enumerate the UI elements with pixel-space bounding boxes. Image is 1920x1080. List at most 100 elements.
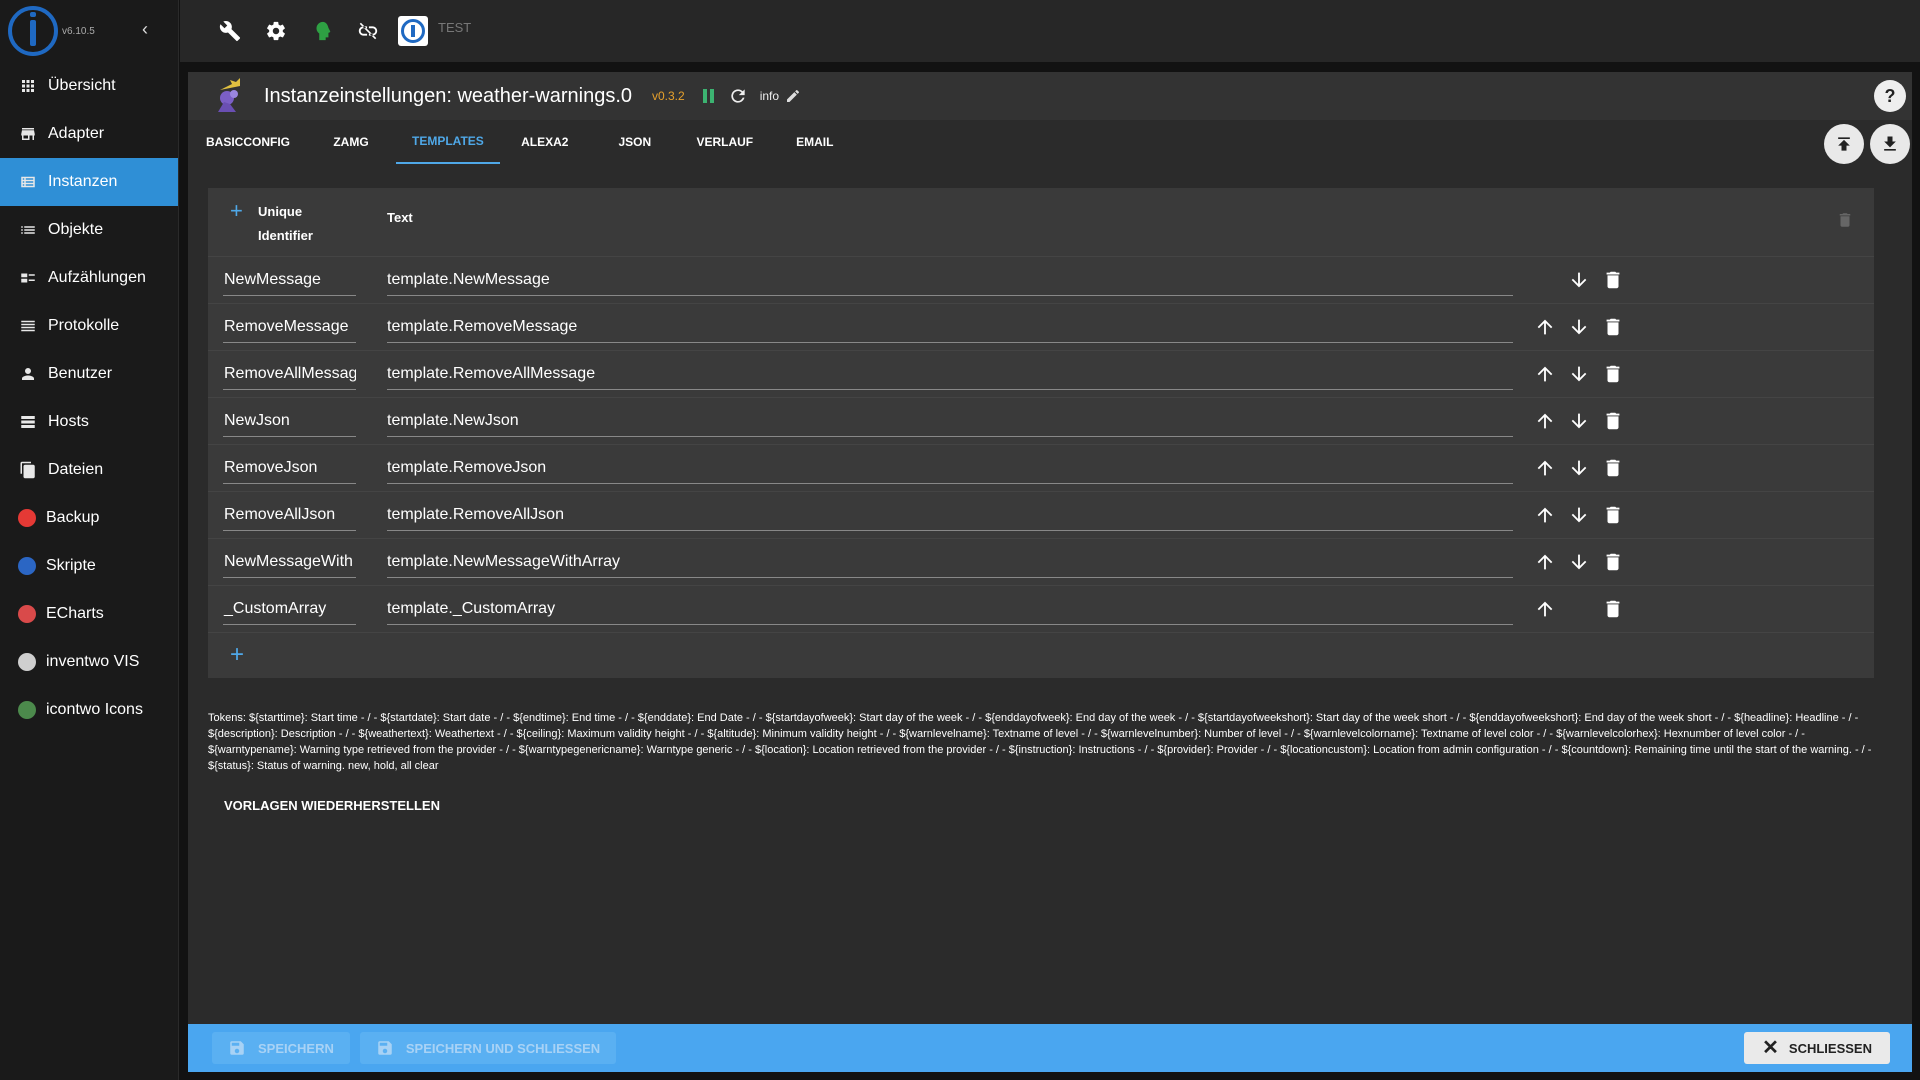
move-down-icon[interactable]: [1568, 504, 1590, 526]
restore-templates-button[interactable]: VORLAGEN WIEDERHERSTELLEN: [224, 792, 440, 819]
store-icon: [18, 124, 38, 144]
move-down-icon[interactable]: [1568, 551, 1590, 573]
template-text-input[interactable]: template._CustomArray: [387, 594, 1513, 625]
info-edit[interactable]: info: [760, 88, 801, 104]
disconnect-icon[interactable]: [352, 15, 384, 47]
close-button[interactable]: ✕ SCHLIESSEN: [1744, 1032, 1890, 1064]
save-and-close-label: SPEICHERN UND SCHLIESSEN: [405, 1040, 601, 1056]
delete-row-icon[interactable]: [1602, 363, 1624, 385]
unique-identifier-input[interactable]: _CustomArray: [223, 594, 356, 625]
delete-all-icon[interactable]: [1836, 210, 1854, 230]
sidebar-item-protokolle[interactable]: Protokolle: [0, 302, 178, 350]
move-up-icon[interactable]: [1534, 457, 1556, 479]
move-up-icon[interactable]: [1534, 504, 1556, 526]
move-down-icon[interactable]: [1568, 269, 1590, 291]
tab-email[interactable]: EMAIL: [770, 120, 860, 164]
table-row: NewMessage template.NewMessage: [208, 256, 1874, 303]
sidebar-item-adapter[interactable]: Adapter: [0, 110, 178, 158]
delete-row-icon[interactable]: [1602, 316, 1624, 338]
templates-table: + Unique Identifier Text NewMessage templa…: [208, 188, 1874, 678]
sidebar-item-echarts[interactable]: ECharts: [0, 590, 178, 638]
settings-gear-icon[interactable]: [260, 15, 292, 47]
move-up-icon[interactable]: [1534, 316, 1556, 338]
delete-row-icon[interactable]: [1602, 457, 1624, 479]
tab-alexa2[interactable]: ALEXA2: [500, 120, 590, 164]
move-up-icon[interactable]: [1534, 551, 1556, 573]
help-icon[interactable]: ?: [1874, 80, 1906, 112]
unique-identifier-input[interactable]: NewMessageWith: [223, 547, 356, 578]
template-text-input[interactable]: template.RemoveAllMessage: [387, 359, 1513, 390]
unique-identifier-input[interactable]: RemoveMessage: [223, 312, 356, 343]
inventwo-icon: [18, 653, 36, 671]
row-actions: [1534, 504, 1634, 528]
delete-row-icon[interactable]: [1602, 504, 1624, 526]
files-icon: [18, 460, 38, 480]
move-down-icon[interactable]: [1568, 316, 1590, 338]
move-down-icon[interactable]: [1568, 363, 1590, 385]
delete-row-icon[interactable]: [1602, 598, 1624, 620]
unique-identifier-input[interactable]: RemoveAllMessag: [223, 359, 356, 390]
sidebar-header: v6.10.5 ‹: [0, 0, 178, 62]
sidebar-item-backup[interactable]: Backup: [0, 494, 178, 542]
delete-row-icon[interactable]: [1602, 410, 1624, 432]
tab-basicconfig[interactable]: BASICCONFIG: [190, 120, 306, 164]
wrench-icon[interactable]: [214, 15, 246, 47]
move-up-icon[interactable]: [1534, 410, 1556, 432]
unique-identifier-input[interactable]: NewMessage: [223, 265, 356, 296]
sidebar-item-skripte[interactable]: Skripte: [0, 542, 178, 590]
template-text-input[interactable]: template.RemoveAllJson: [387, 500, 1513, 531]
save-icon: [230, 1041, 244, 1055]
sidebar-item-instanzen[interactable]: Instanzen: [0, 158, 178, 206]
row-actions: [1534, 269, 1634, 293]
unique-identifier-input[interactable]: RemoveJson: [223, 453, 356, 484]
row-actions: [1534, 410, 1634, 434]
iobroker-logo[interactable]: [8, 6, 58, 56]
delete-row-icon[interactable]: [1602, 269, 1624, 291]
save-label: SPEICHERN: [258, 1040, 334, 1056]
template-text-input[interactable]: template.NewJson: [387, 406, 1513, 437]
sidebar-item-objekte[interactable]: Objekte: [0, 206, 178, 254]
template-text-input[interactable]: template.NewMessage: [387, 265, 1513, 296]
row-actions: [1534, 551, 1634, 575]
sidebar-item-dateien[interactable]: Dateien: [0, 446, 178, 494]
sidebar-item-benutzer[interactable]: Benutzer: [0, 350, 178, 398]
add-row-header-icon[interactable]: +: [230, 200, 248, 222]
table-row: NewMessageWith template.NewMessageWithArr…: [208, 538, 1874, 585]
tab-json[interactable]: JSON: [590, 120, 680, 164]
sidebar-item-übersicht[interactable]: Übersicht: [0, 62, 178, 110]
instance-settings-dialog: Instanzeinstellungen: weather-warnings.0…: [188, 72, 1912, 1072]
user-icon: [18, 364, 38, 384]
move-up-icon[interactable]: [1534, 363, 1556, 385]
save-and-close-button[interactable]: SPEICHERN UND SCHLIESSEN: [359, 1032, 617, 1064]
move-down-icon[interactable]: [1568, 457, 1590, 479]
tab-verlauf[interactable]: VERLAUF: [680, 120, 770, 164]
info-label: info: [759, 89, 780, 103]
move-up-icon[interactable]: [1534, 598, 1556, 620]
pause-instance-icon[interactable]: [702, 89, 714, 103]
delete-row-icon[interactable]: [1602, 551, 1624, 573]
tabs-bar: BASICCONFIG ZAMG TEMPLATES ALEXA2 JSON VERLAU…: [188, 120, 1912, 164]
sidebar-item-inventwo-vis[interactable]: inventwo VIS: [0, 638, 178, 686]
upload-config-button[interactable]: [1824, 124, 1864, 164]
sidebar-item-aufzählungen[interactable]: Aufzählungen: [0, 254, 178, 302]
unique-identifier-input[interactable]: NewJson: [223, 406, 356, 437]
unique-identifier-input[interactable]: RemoveAllJson: [223, 500, 356, 531]
sidebar-item-hosts[interactable]: Hosts: [0, 398, 178, 446]
template-text-input[interactable]: template.NewMessageWithArray: [387, 547, 1513, 578]
save-button[interactable]: SPEICHERN: [212, 1032, 350, 1064]
tab-zamg[interactable]: ZAMG: [306, 120, 396, 164]
tab-templates[interactable]: TEMPLATES: [396, 120, 500, 164]
collapse-sidebar-icon[interactable]: ‹: [142, 20, 156, 38]
sidebar-item-icontwo-icons[interactable]: icontwo Icons: [0, 686, 178, 734]
add-row-icon[interactable]: +: [230, 643, 250, 667]
reload-icon[interactable]: [728, 86, 748, 106]
expert-mode-icon[interactable]: [306, 15, 338, 47]
template-text-input[interactable]: template.RemoveJson: [387, 453, 1513, 484]
move-down-icon[interactable]: [1568, 410, 1590, 432]
sidebar-nav: Übersicht Adapter Instanzen Objekte Aufzählu…: [0, 62, 178, 734]
template-text-input[interactable]: template.RemoveMessage: [387, 312, 1513, 343]
sidebar-item-label: Dateien: [48, 461, 104, 478]
host-logo-icon[interactable]: [398, 16, 428, 46]
log-icon: [18, 316, 38, 336]
download-config-button[interactable]: [1870, 124, 1910, 164]
